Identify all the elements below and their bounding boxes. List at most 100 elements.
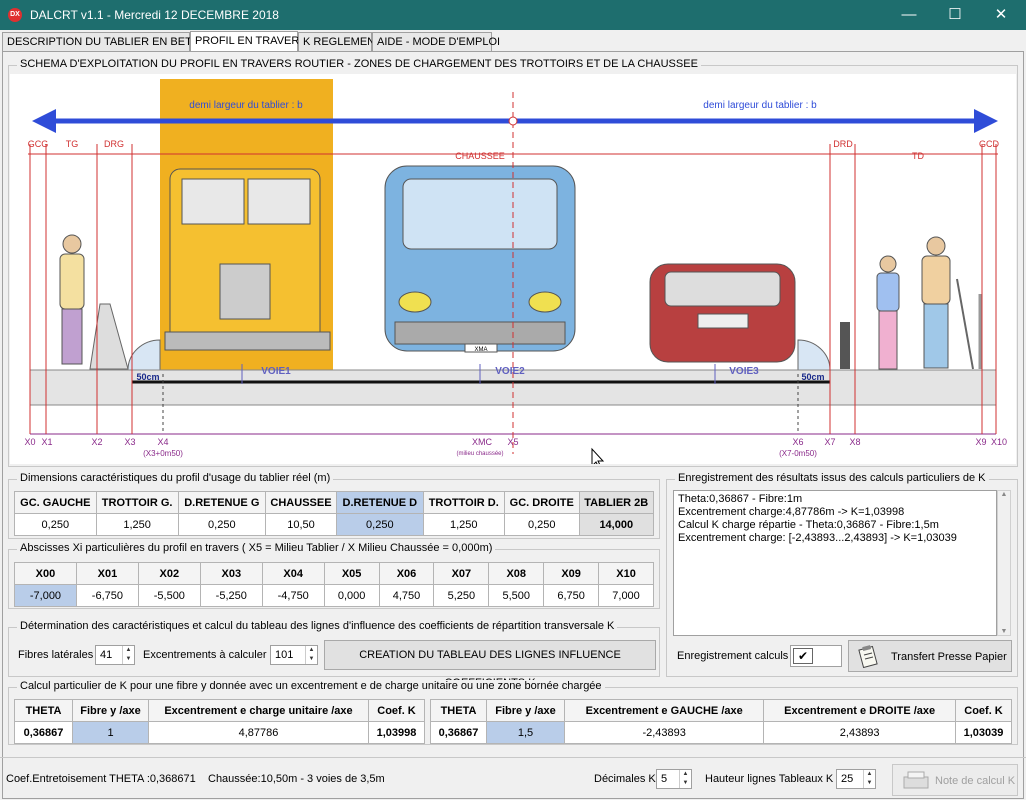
abs-cell[interactable]: -5,500 <box>137 584 201 607</box>
spin-arrows-icon[interactable]: ▲ ▼ <box>679 770 691 788</box>
abs-header: X05 <box>323 562 380 585</box>
pk-eccentricity-cell[interactable]: 4,87786 <box>148 721 369 744</box>
van-windshield <box>402 178 558 250</box>
zone-label-td: TD <box>912 151 924 161</box>
arrow-head-right <box>974 109 998 133</box>
abs-cell[interactable]: -6,750 <box>75 584 139 607</box>
abscissa-label-x10: X10 <box>991 437 1007 447</box>
create-influence-table-button[interactable]: CREATION DU TABLEAU DES LIGNES INFLUENCE… <box>324 640 656 689</box>
checkbox-checked-icon[interactable]: ✔ <box>793 648 813 664</box>
dim-cell-gc-gauche[interactable]: 0,250 <box>14 513 97 536</box>
dimensions-legend: Dimensions caractéristiques du profil d'… <box>17 472 334 484</box>
tab-k-reglement[interactable]: K REGLEMENT <box>298 32 382 51</box>
pk-eccentricity-left-cell[interactable]: -2,43893 <box>563 721 765 744</box>
calc-note-label: Note de calcul K <box>935 775 1016 787</box>
abs-header: X09 <box>543 562 600 585</box>
abs-cell[interactable]: 5,250 <box>433 584 490 607</box>
centre-point-marker <box>508 116 518 126</box>
calc-note-button[interactable]: Note de calcul K <box>892 764 1018 796</box>
particular-left-table: THETA Fibre y /axe Excentrement e charge… <box>14 699 425 744</box>
truck-bumper <box>164 331 331 351</box>
abs-cell[interactable]: 7,000 <box>598 584 654 607</box>
minimize-button[interactable]: — <box>886 0 932 30</box>
fibers-stepper[interactable]: 41 ▲ ▼ <box>95 645 135 665</box>
scroll-up-icon[interactable]: ▲ <box>998 491 1010 498</box>
pk-coef-cell: 1,03039 <box>955 721 1012 744</box>
spin-arrows-icon[interactable]: ▲ ▼ <box>863 770 875 788</box>
eccentricities-stepper[interactable]: 101 ▲ ▼ <box>270 645 318 665</box>
maximize-button[interactable]: ☐ <box>932 0 978 30</box>
abscissa-label-x3: X3 <box>124 437 135 447</box>
dim-header: D.RETENUE D <box>336 491 424 514</box>
abs-header: X00 <box>14 562 77 585</box>
dim-cell-trottoir-g[interactable]: 1,250 <box>95 513 179 536</box>
eccentricities-value: 101 <box>275 649 294 661</box>
pk-header: Excentrement e GAUCHE /axe <box>563 699 765 722</box>
pk-header: THETA <box>430 699 487 722</box>
clipboard-icon <box>858 645 878 668</box>
margin-left-zone <box>127 339 161 371</box>
fibers-value: 41 <box>100 649 113 661</box>
dim-cell-dretenue-d[interactable]: 0,250 <box>336 513 424 536</box>
spin-arrows-icon[interactable]: ▲ ▼ <box>305 646 317 664</box>
abscissas-table: X00 X01 X02 X03 X04 X05 X06 X07 X08 X09 … <box>14 562 654 607</box>
record-label: Enregistrement calculs <box>677 650 789 662</box>
record-toggle[interactable]: ✔ <box>790 645 842 667</box>
particular-right-table: THETA Fibre y /axe Excentrement e GAUCHE… <box>430 699 1012 744</box>
spin-arrows-icon[interactable]: ▲ ▼ <box>122 646 134 664</box>
dim-cell-trottoir-d[interactable]: 1,250 <box>422 513 505 536</box>
pk-header: Coef. K <box>368 699 425 722</box>
abs-cell[interactable]: 4,750 <box>378 584 435 607</box>
dim-cell-chaussee[interactable]: 10,50 <box>264 513 338 536</box>
abs-cell[interactable]: 6,750 <box>543 584 600 607</box>
safety-barrier-right <box>840 322 850 369</box>
fibers-label: Fibres latérales <box>18 649 94 661</box>
results-scrollbar[interactable]: ▲ ▼ <box>997 490 1011 636</box>
tab-profil[interactable]: PROFIL EN TRAVERS <box>190 31 307 52</box>
particular-legend: Calcul particulier de K pour une fibre y… <box>17 680 605 692</box>
abs-cell[interactable]: -5,250 <box>199 584 263 607</box>
abs-cell[interactable]: -7,000 <box>14 584 77 607</box>
x4-note: (X3+0m50) <box>143 449 183 458</box>
pk-theta-cell: 0,36867 <box>14 721 73 744</box>
dim-cell-gc-droite[interactable]: 0,250 <box>503 513 580 536</box>
pk-fiber-cell[interactable]: 1,5 <box>486 721 565 744</box>
app-icon: DX <box>8 8 22 22</box>
abscissa-label-x8: X8 <box>849 437 860 447</box>
status-separator <box>0 757 1026 758</box>
abs-header: X06 <box>378 562 435 585</box>
pk-fiber-cell[interactable]: 1 <box>72 721 149 744</box>
abs-header: X03 <box>199 562 263 585</box>
dim-header: D.RETENUE G <box>177 491 266 514</box>
pk-header: Coef. K <box>955 699 1012 722</box>
scroll-down-icon[interactable]: ▼ <box>998 628 1010 635</box>
tab-description[interactable]: DESCRIPTION DU TABLIER EN BETON <box>2 32 208 51</box>
van-bumper <box>394 321 566 345</box>
abs-cell[interactable]: -4,750 <box>261 584 325 607</box>
abs-cell[interactable]: 5,500 <box>488 584 545 607</box>
margin-right-zone <box>797 339 831 371</box>
truck-window <box>181 178 245 225</box>
row-height-stepper[interactable]: 25 ▲ ▼ <box>836 769 876 789</box>
decimals-stepper[interactable]: 5 ▲ ▼ <box>656 769 692 789</box>
printer-icon <box>903 771 929 789</box>
results-textarea[interactable]: Theta:0,36867 - Fibre:1m Excentrement ch… <box>673 490 997 636</box>
abscissa-label-x1: X1 <box>41 437 52 447</box>
abs-cell[interactable]: 0,000 <box>323 584 380 607</box>
pk-header: Fibre y /axe <box>72 699 149 722</box>
pk-coef-cell: 1,03998 <box>368 721 425 744</box>
transfer-clipboard-button[interactable]: Transfert Presse Papier <box>848 640 1012 672</box>
zone-label-chaussee: CHAUSSEE <box>455 151 505 161</box>
tab-aide[interactable]: AIDE - MODE D'EMPLOI <box>372 32 500 51</box>
cross-section-drawing: XMA demi largeur du tablier : b demi lar… <box>10 74 1016 464</box>
abscissa-label-x5: X5 <box>507 437 518 447</box>
van-plate-text: XMA <box>474 347 487 353</box>
pedestrian-right-man <box>921 236 974 370</box>
abs-header: X10 <box>598 562 654 585</box>
pk-eccentricity-right-cell[interactable]: 2,43893 <box>763 721 956 744</box>
pk-header: Fibre y /axe <box>486 699 565 722</box>
close-button[interactable]: ✕ <box>978 0 1024 30</box>
pk-header: Excentrement e DROITE /axe <box>763 699 956 722</box>
dim-header: CHAUSSEE <box>264 491 338 514</box>
dim-cell-dretenue-g[interactable]: 0,250 <box>177 513 266 536</box>
